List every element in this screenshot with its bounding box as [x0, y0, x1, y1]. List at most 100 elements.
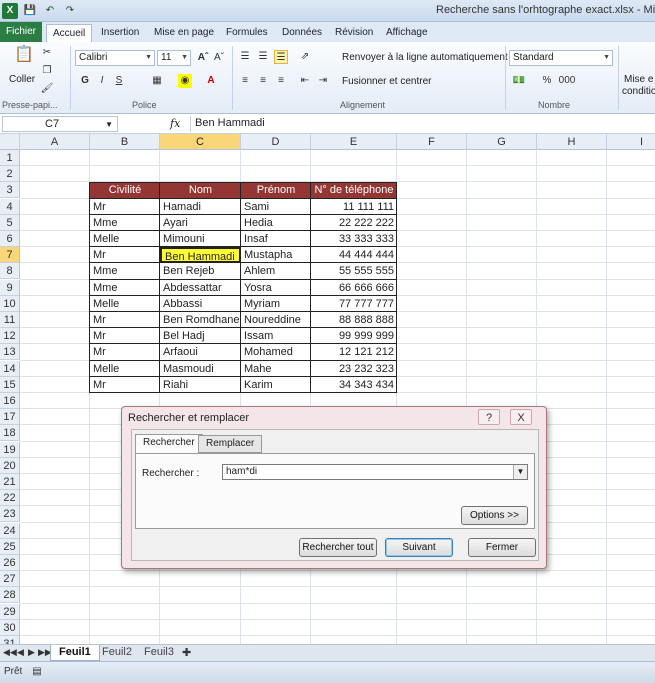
table-cell-nom[interactable]: Abbassi [160, 296, 241, 312]
redo-icon[interactable]: ↷ [62, 3, 78, 19]
table-cell-civilite[interactable]: Melle [90, 296, 160, 312]
cut-icon[interactable]: ✂ [40, 46, 54, 60]
table-cell-prenom[interactable]: Issam [241, 328, 311, 344]
row-header[interactable]: 27 [0, 571, 20, 588]
thousands-button[interactable]: 000 [556, 74, 578, 88]
column-header-g[interactable]: G [467, 134, 537, 150]
macro-record-icon[interactable]: ▤ [30, 665, 44, 679]
copy-icon[interactable]: ❐ [40, 64, 54, 78]
align-right-icon[interactable]: ≡ [274, 74, 288, 88]
column-header-a[interactable]: A [20, 134, 90, 150]
row-header[interactable]: 14 [0, 360, 20, 377]
sheet-tab-feuil1[interactable]: Feuil1 [50, 645, 100, 661]
table-cell-telephone[interactable]: 44 444 444 [311, 247, 397, 263]
row-header[interactable]: 11 [0, 312, 20, 328]
row-header[interactable]: 8 [0, 263, 20, 280]
row-header[interactable]: 18 [0, 425, 20, 442]
row-header[interactable]: 29 [0, 603, 20, 620]
row-header[interactable]: 13 [0, 344, 20, 361]
tab-formulas[interactable]: Formules [220, 24, 274, 42]
table-cell-prenom[interactable]: Myriam [241, 296, 311, 312]
wrap-text-button[interactable]: Renvoyer à la ligne automatiquement [342, 52, 508, 63]
tab-insert[interactable]: Insertion [95, 24, 145, 42]
tab-data[interactable]: Données [276, 24, 328, 42]
sheet-tab-feuil3[interactable]: Feuil3 [136, 645, 182, 661]
row-header[interactable]: 12 [0, 328, 20, 345]
table-cell-prenom[interactable]: Insaf [241, 231, 311, 247]
fx-icon[interactable]: fx [170, 117, 180, 130]
row-header[interactable]: 28 [0, 587, 20, 604]
find-all-button[interactable]: Rechercher tout [299, 538, 377, 557]
font-color-icon[interactable]: A [204, 74, 218, 88]
select-all-corner[interactable] [0, 134, 20, 150]
table-cell-civilite[interactable]: Mme [90, 215, 160, 231]
table-cell-nom[interactable]: Ayari [160, 215, 241, 231]
chevron-down-icon[interactable]: ▼ [513, 465, 527, 479]
table-cell-civilite[interactable]: Melle [90, 231, 160, 247]
fill-color-icon[interactable]: ◉ [178, 74, 192, 88]
tab-find[interactable]: Rechercher [135, 434, 203, 454]
find-input[interactable]: ham*di ▼ [222, 464, 528, 480]
tab-replace[interactable]: Remplacer [198, 435, 263, 453]
formula-input[interactable]: Ben Hammadi [190, 116, 653, 132]
table-header-prenom[interactable]: Prénom [241, 182, 311, 199]
align-top-icon[interactable]: ☰ [238, 50, 252, 64]
table-cell-telephone[interactable]: 23 232 323 [311, 361, 397, 377]
tab-review[interactable]: Révision [329, 24, 379, 42]
align-bottom-icon[interactable]: ☰ [274, 50, 288, 64]
table-cell-nom[interactable]: Hamadi [160, 199, 241, 215]
tab-home[interactable]: Accueil [46, 24, 93, 42]
row-header[interactable]: 16 [0, 393, 20, 409]
tab-file[interactable]: Fichier [0, 22, 42, 42]
table-cell-civilite[interactable]: Mr [90, 199, 160, 215]
table-cell-telephone[interactable]: 66 666 666 [311, 280, 397, 296]
row-header[interactable]: 17 [0, 409, 20, 426]
italic-button[interactable]: I [95, 74, 109, 88]
row-header[interactable]: 23 [0, 506, 20, 523]
table-cell-prenom[interactable]: Hedia [241, 215, 311, 231]
align-left-icon[interactable]: ≡ [238, 74, 252, 88]
find-next-button[interactable]: Suivant [385, 538, 453, 557]
percent-button[interactable]: % [540, 74, 554, 88]
table-cell-prenom[interactable]: Ahlem [241, 263, 311, 279]
table-cell-nom[interactable]: Ben Romdhane [160, 312, 241, 328]
bold-button[interactable]: G [78, 74, 92, 88]
name-box[interactable]: C7 ▼ [2, 116, 118, 132]
table-cell-civilite[interactable]: Mme [90, 263, 160, 279]
column-header-c[interactable]: C [160, 134, 241, 150]
table-cell-prenom[interactable]: Noureddine [241, 312, 311, 328]
column-header-d[interactable]: D [241, 134, 311, 150]
tab-view[interactable]: Affichage [380, 24, 434, 42]
table-cell-civilite[interactable]: Mr [90, 377, 160, 393]
table-cell-nom[interactable]: Arfaoui [160, 344, 241, 360]
table-cell-telephone[interactable]: 88 888 888 [311, 312, 397, 328]
row-header[interactable]: 6 [0, 231, 20, 247]
row-header[interactable]: 30 [0, 619, 20, 636]
table-cell-prenom[interactable]: Yosra [241, 280, 311, 296]
tab-page-layout[interactable]: Mise en page [148, 24, 220, 42]
undo-icon[interactable]: ↶ [42, 3, 58, 19]
table-cell-telephone[interactable]: 11 111 111 [311, 199, 397, 215]
currency-icon[interactable]: 💵 [512, 74, 526, 88]
row-header[interactable]: 21 [0, 474, 20, 490]
table-cell-telephone[interactable]: 77 777 777 [311, 296, 397, 312]
underline-button[interactable]: S [112, 74, 126, 88]
row-header[interactable]: 25 [0, 538, 20, 555]
row-header[interactable]: 26 [0, 555, 20, 571]
column-header-i[interactable]: I [607, 134, 655, 150]
close-button[interactable]: Fermer [468, 538, 536, 557]
options-button[interactable]: Options >> [461, 506, 528, 525]
column-header-f[interactable]: F [397, 134, 467, 150]
table-cell-civilite[interactable]: Mr [90, 312, 160, 328]
table-cell-telephone[interactable]: 34 343 434 [311, 377, 397, 393]
merge-center-button[interactable]: Fusionner et centrer [342, 76, 432, 87]
table-cell-prenom[interactable]: Mohamed [241, 344, 311, 360]
row-header[interactable]: 31 [0, 636, 20, 644]
help-button[interactable]: ? [478, 409, 500, 425]
table-cell-nom[interactable]: Mimouni [160, 231, 241, 247]
format-painter-icon[interactable]: 🖌 [40, 82, 54, 96]
table-cell-prenom[interactable]: Karim [241, 377, 311, 393]
table-cell-nom[interactable]: Abdessattar [160, 280, 241, 296]
number-format-combo[interactable]: Standard ▼ [509, 50, 613, 66]
grow-font-icon[interactable]: Aˆ [196, 51, 210, 65]
